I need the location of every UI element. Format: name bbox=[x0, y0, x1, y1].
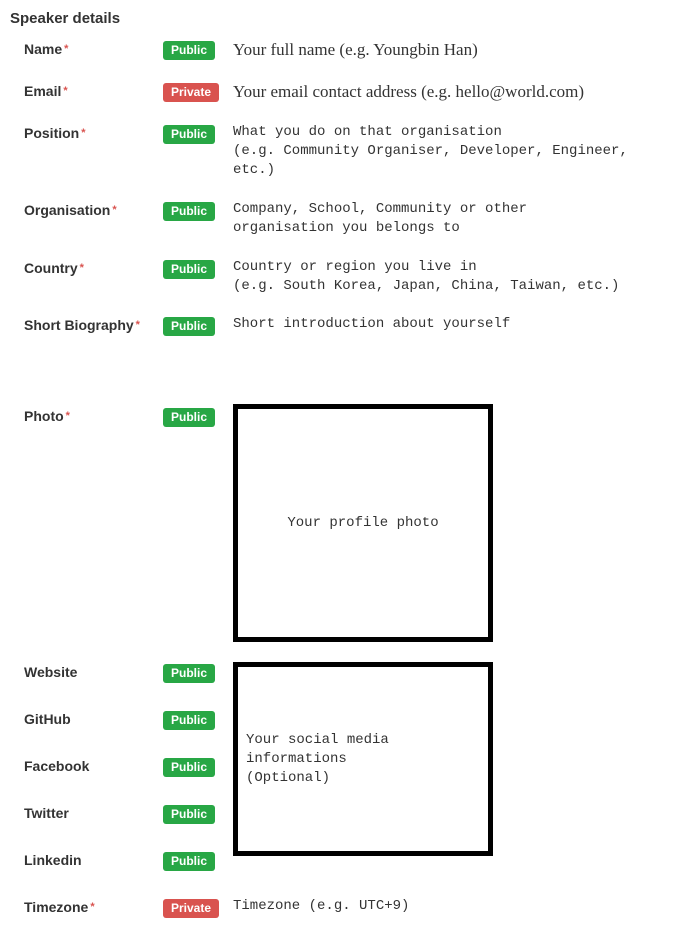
desc-position: What you do on that organisation (e.g. C… bbox=[233, 123, 665, 180]
badge-public: Public bbox=[163, 125, 215, 144]
desc-timezone: Timezone (e.g. UTC+9) bbox=[233, 897, 665, 916]
badge-public: Public bbox=[163, 805, 215, 824]
label-timezone: Timezone bbox=[24, 899, 88, 915]
label-twitter: Twitter bbox=[24, 805, 69, 821]
label-website: Website bbox=[24, 664, 77, 680]
label-name: Name bbox=[24, 41, 62, 57]
badge-public: Public bbox=[163, 758, 215, 777]
badge-public: Public bbox=[163, 317, 215, 336]
desc-organisation: Company, School, Community or other orga… bbox=[233, 200, 665, 238]
desc-email: Your email contact address (e.g. hello@w… bbox=[233, 81, 665, 103]
badge-public: Public bbox=[163, 202, 215, 221]
row-photo: Photo* Public Your profile photo bbox=[8, 406, 665, 662]
required-asterisk: * bbox=[63, 85, 67, 97]
label-country: Country bbox=[24, 260, 78, 276]
row-website: Website Public Your social media informa… bbox=[8, 662, 665, 709]
row-name: Name* Public Your full name (e.g. Youngb… bbox=[8, 39, 665, 81]
required-asterisk: * bbox=[66, 410, 70, 422]
label-bio: Short Biography bbox=[24, 317, 134, 333]
badge-private: Private bbox=[163, 899, 219, 918]
required-asterisk: * bbox=[90, 901, 94, 913]
required-asterisk: * bbox=[81, 127, 85, 139]
spacer bbox=[8, 356, 665, 406]
required-asterisk: * bbox=[112, 204, 116, 216]
speaker-form: Name* Public Your full name (e.g. Youngb… bbox=[8, 39, 665, 938]
section-title: Speaker details bbox=[10, 10, 665, 27]
photo-placeholder-box: Your profile photo bbox=[233, 404, 493, 642]
desc-social: Your social media informations (Optional… bbox=[246, 731, 488, 788]
desc-country: Country or region you live in (e.g. Sout… bbox=[233, 258, 665, 296]
label-email: Email bbox=[24, 83, 61, 99]
label-github: GitHub bbox=[24, 711, 71, 727]
badge-public: Public bbox=[163, 41, 215, 60]
required-asterisk: * bbox=[80, 262, 84, 274]
label-position: Position bbox=[24, 125, 79, 141]
row-country: Country* Public Country or region you li… bbox=[8, 258, 665, 316]
badge-public: Public bbox=[163, 408, 215, 427]
label-photo: Photo bbox=[24, 408, 64, 424]
row-timezone: Timezone* Private Timezone (e.g. UTC+9) bbox=[8, 897, 665, 938]
label-facebook: Facebook bbox=[24, 758, 89, 774]
row-position: Position* Public What you do on that org… bbox=[8, 123, 665, 200]
desc-bio: Short introduction about yourself bbox=[233, 315, 665, 334]
desc-name: Your full name (e.g. Youngbin Han) bbox=[233, 39, 665, 61]
badge-public: Public bbox=[163, 852, 215, 871]
badge-public: Public bbox=[163, 664, 215, 683]
label-linkedin: Linkedin bbox=[24, 852, 82, 868]
badge-public: Public bbox=[163, 260, 215, 279]
required-asterisk: * bbox=[64, 43, 68, 55]
social-placeholder-box: Your social media informations (Optional… bbox=[233, 662, 493, 856]
required-asterisk: * bbox=[136, 319, 140, 331]
row-bio: Short Biography* Public Short introducti… bbox=[8, 315, 665, 356]
row-email: Email* Private Your email contact addres… bbox=[8, 81, 665, 123]
badge-private: Private bbox=[163, 83, 219, 102]
desc-photo: Your profile photo bbox=[287, 515, 438, 531]
badge-public: Public bbox=[163, 711, 215, 730]
row-organisation: Organisation* Public Company, School, Co… bbox=[8, 200, 665, 258]
label-organisation: Organisation bbox=[24, 202, 110, 218]
